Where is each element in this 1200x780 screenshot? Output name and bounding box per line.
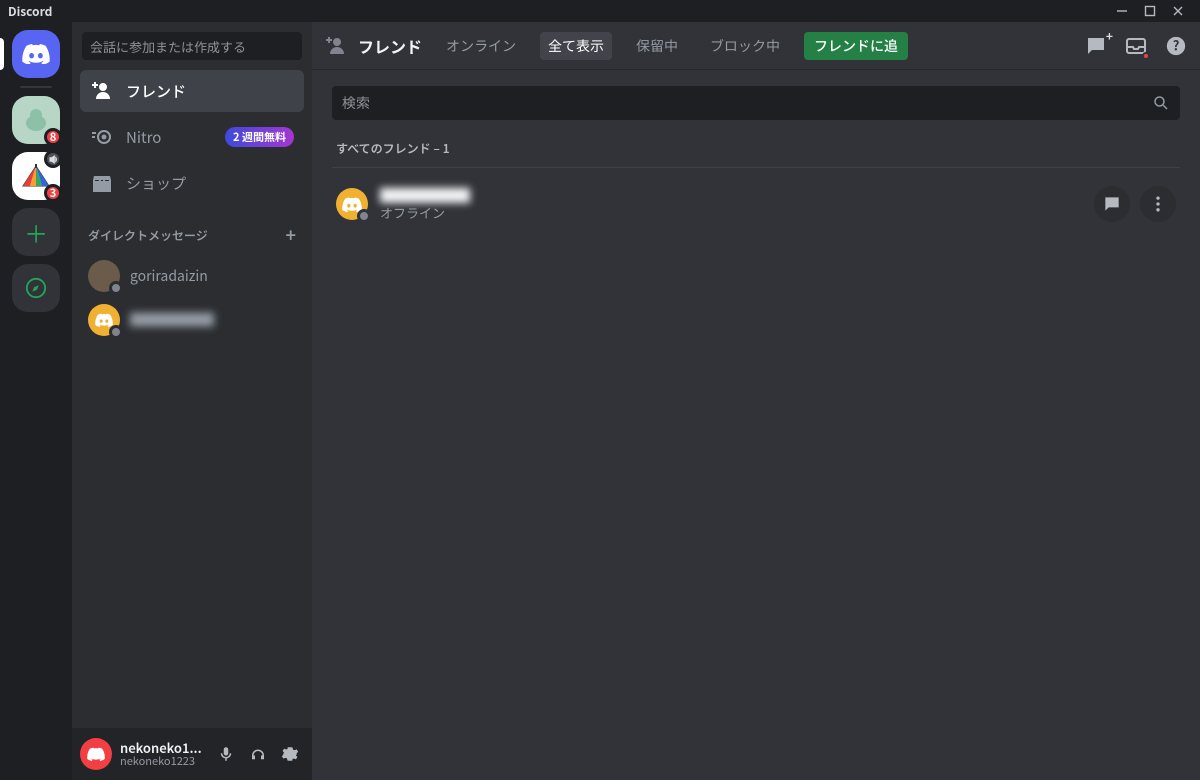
dm-section-header: ダイレクトメッセージ +: [72, 206, 312, 254]
headphones-icon: [249, 745, 267, 763]
compass-icon: [25, 277, 47, 299]
tab-blocked[interactable]: ブロック中: [702, 32, 788, 60]
friends-search-input[interactable]: 検索: [332, 86, 1180, 120]
server-item-2[interactable]: 3: [12, 152, 60, 200]
tab-all[interactable]: 全て表示: [540, 32, 612, 60]
app-brand: Discord: [8, 3, 52, 20]
dm-search-placeholder: 会話に参加または作成する: [90, 37, 246, 56]
notification-dot-icon: [1142, 52, 1150, 60]
nav-shop[interactable]: ショップ: [80, 162, 304, 204]
new-group-dm-button[interactable]: +: [1084, 34, 1108, 58]
discord-logo-icon: [87, 747, 105, 761]
avatar: [336, 188, 368, 220]
friends-section-label: すべてのフレンド – 1: [336, 140, 1180, 157]
microphone-icon: [217, 745, 235, 763]
channel-sidebar: 会話に参加または作成する フレンド Nitro 2 週間無料 ショップ ダイレク…: [72, 22, 312, 780]
server-separator: [20, 86, 52, 88]
page-title: フレンド: [324, 34, 422, 58]
page-title-label: フレンド: [358, 34, 422, 58]
discord-logo-icon: [22, 44, 50, 64]
deafen-button[interactable]: [244, 740, 272, 768]
dm-name: ██████: [130, 310, 214, 330]
nav-friends[interactable]: フレンド: [80, 70, 304, 112]
dm-name: goriradaizin: [130, 266, 208, 286]
server-column: 8 3 ＋: [0, 22, 72, 780]
chat-bubble-icon: [1084, 34, 1108, 58]
help-icon: ?: [1165, 35, 1187, 57]
plus-badge-icon: +: [1106, 28, 1113, 45]
friends-icon: [90, 79, 114, 103]
help-button[interactable]: ?: [1164, 34, 1188, 58]
friend-row[interactable]: ██████ オフライン: [332, 174, 1180, 234]
tab-add-friend[interactable]: フレンドに追: [804, 32, 908, 60]
nav-nitro-label: Nitro: [126, 127, 161, 148]
friend-status: オフライン: [380, 205, 470, 221]
user-settings-button[interactable]: [276, 740, 304, 768]
nav-nitro[interactable]: Nitro 2 週間無料: [80, 116, 304, 158]
server-badge: 3: [44, 184, 62, 202]
dm-item-1[interactable]: ██████: [80, 299, 304, 341]
dm-search-input[interactable]: 会話に参加または作成する: [82, 32, 302, 60]
nav-shop-label: ショップ: [126, 173, 186, 194]
self-username: nekoneko1223: [120, 755, 202, 767]
dm-item-0[interactable]: goriradaizin: [80, 255, 304, 297]
topbar: フレンド オンライン 全て表示 保留中 ブロック中 フレンドに追 + ?: [312, 22, 1200, 70]
window-maximize-button[interactable]: [1136, 0, 1164, 22]
discord-logo-icon: [95, 313, 113, 327]
discord-logo-icon: [342, 197, 362, 212]
gear-icon: [281, 745, 299, 763]
avatar: [88, 304, 120, 336]
status-offline-icon: [109, 325, 123, 339]
friend-more-button[interactable]: [1140, 186, 1176, 222]
server-add-button[interactable]: ＋: [12, 208, 60, 256]
status-offline-icon: [109, 281, 123, 295]
shop-icon: [90, 171, 114, 195]
friends-search-placeholder: 検索: [342, 93, 370, 113]
inbox-button[interactable]: [1124, 34, 1148, 58]
search-icon: [1152, 94, 1170, 112]
status-offline-icon: [357, 209, 371, 223]
avatar: [88, 260, 120, 292]
tab-pending[interactable]: 保留中: [628, 32, 686, 60]
self-info[interactable]: nekoneko1... nekoneko1223: [120, 741, 202, 767]
window-close-button[interactable]: [1164, 0, 1192, 22]
titlebar: Discord: [0, 0, 1200, 22]
divider: [332, 167, 1180, 168]
tab-online[interactable]: オンライン: [438, 32, 524, 60]
dm-create-button[interactable]: +: [286, 222, 296, 248]
main-content: フレンド オンライン 全て表示 保留中 ブロック中 フレンドに追 + ?: [312, 22, 1200, 780]
self-avatar[interactable]: [80, 738, 112, 770]
more-vertical-icon: [1148, 194, 1168, 214]
chat-bubble-icon: [1102, 194, 1122, 214]
friend-name: ██████: [380, 187, 470, 206]
server-explore-button[interactable]: [12, 264, 60, 312]
dm-section-label: ダイレクトメッセージ: [88, 227, 208, 244]
user-panel: nekoneko1... nekoneko1223: [72, 728, 312, 780]
nav-friends-label: フレンド: [126, 81, 186, 102]
server-item-1[interactable]: 8: [12, 96, 60, 144]
server-badge: 8: [44, 128, 62, 146]
nitro-promo-pill: 2 週間無料: [225, 127, 294, 147]
server-home[interactable]: [12, 30, 60, 78]
server-voice-indicator: [44, 150, 62, 168]
friends-icon: [324, 34, 348, 58]
svg-text:?: ?: [1173, 35, 1180, 54]
message-friend-button[interactable]: [1094, 186, 1130, 222]
friends-panel: 検索 すべてのフレンド – 1 ██████ オフライン: [312, 70, 1200, 780]
window-minimize-button[interactable]: [1108, 0, 1136, 22]
mute-mic-button[interactable]: [212, 740, 240, 768]
nitro-icon: [90, 125, 114, 149]
